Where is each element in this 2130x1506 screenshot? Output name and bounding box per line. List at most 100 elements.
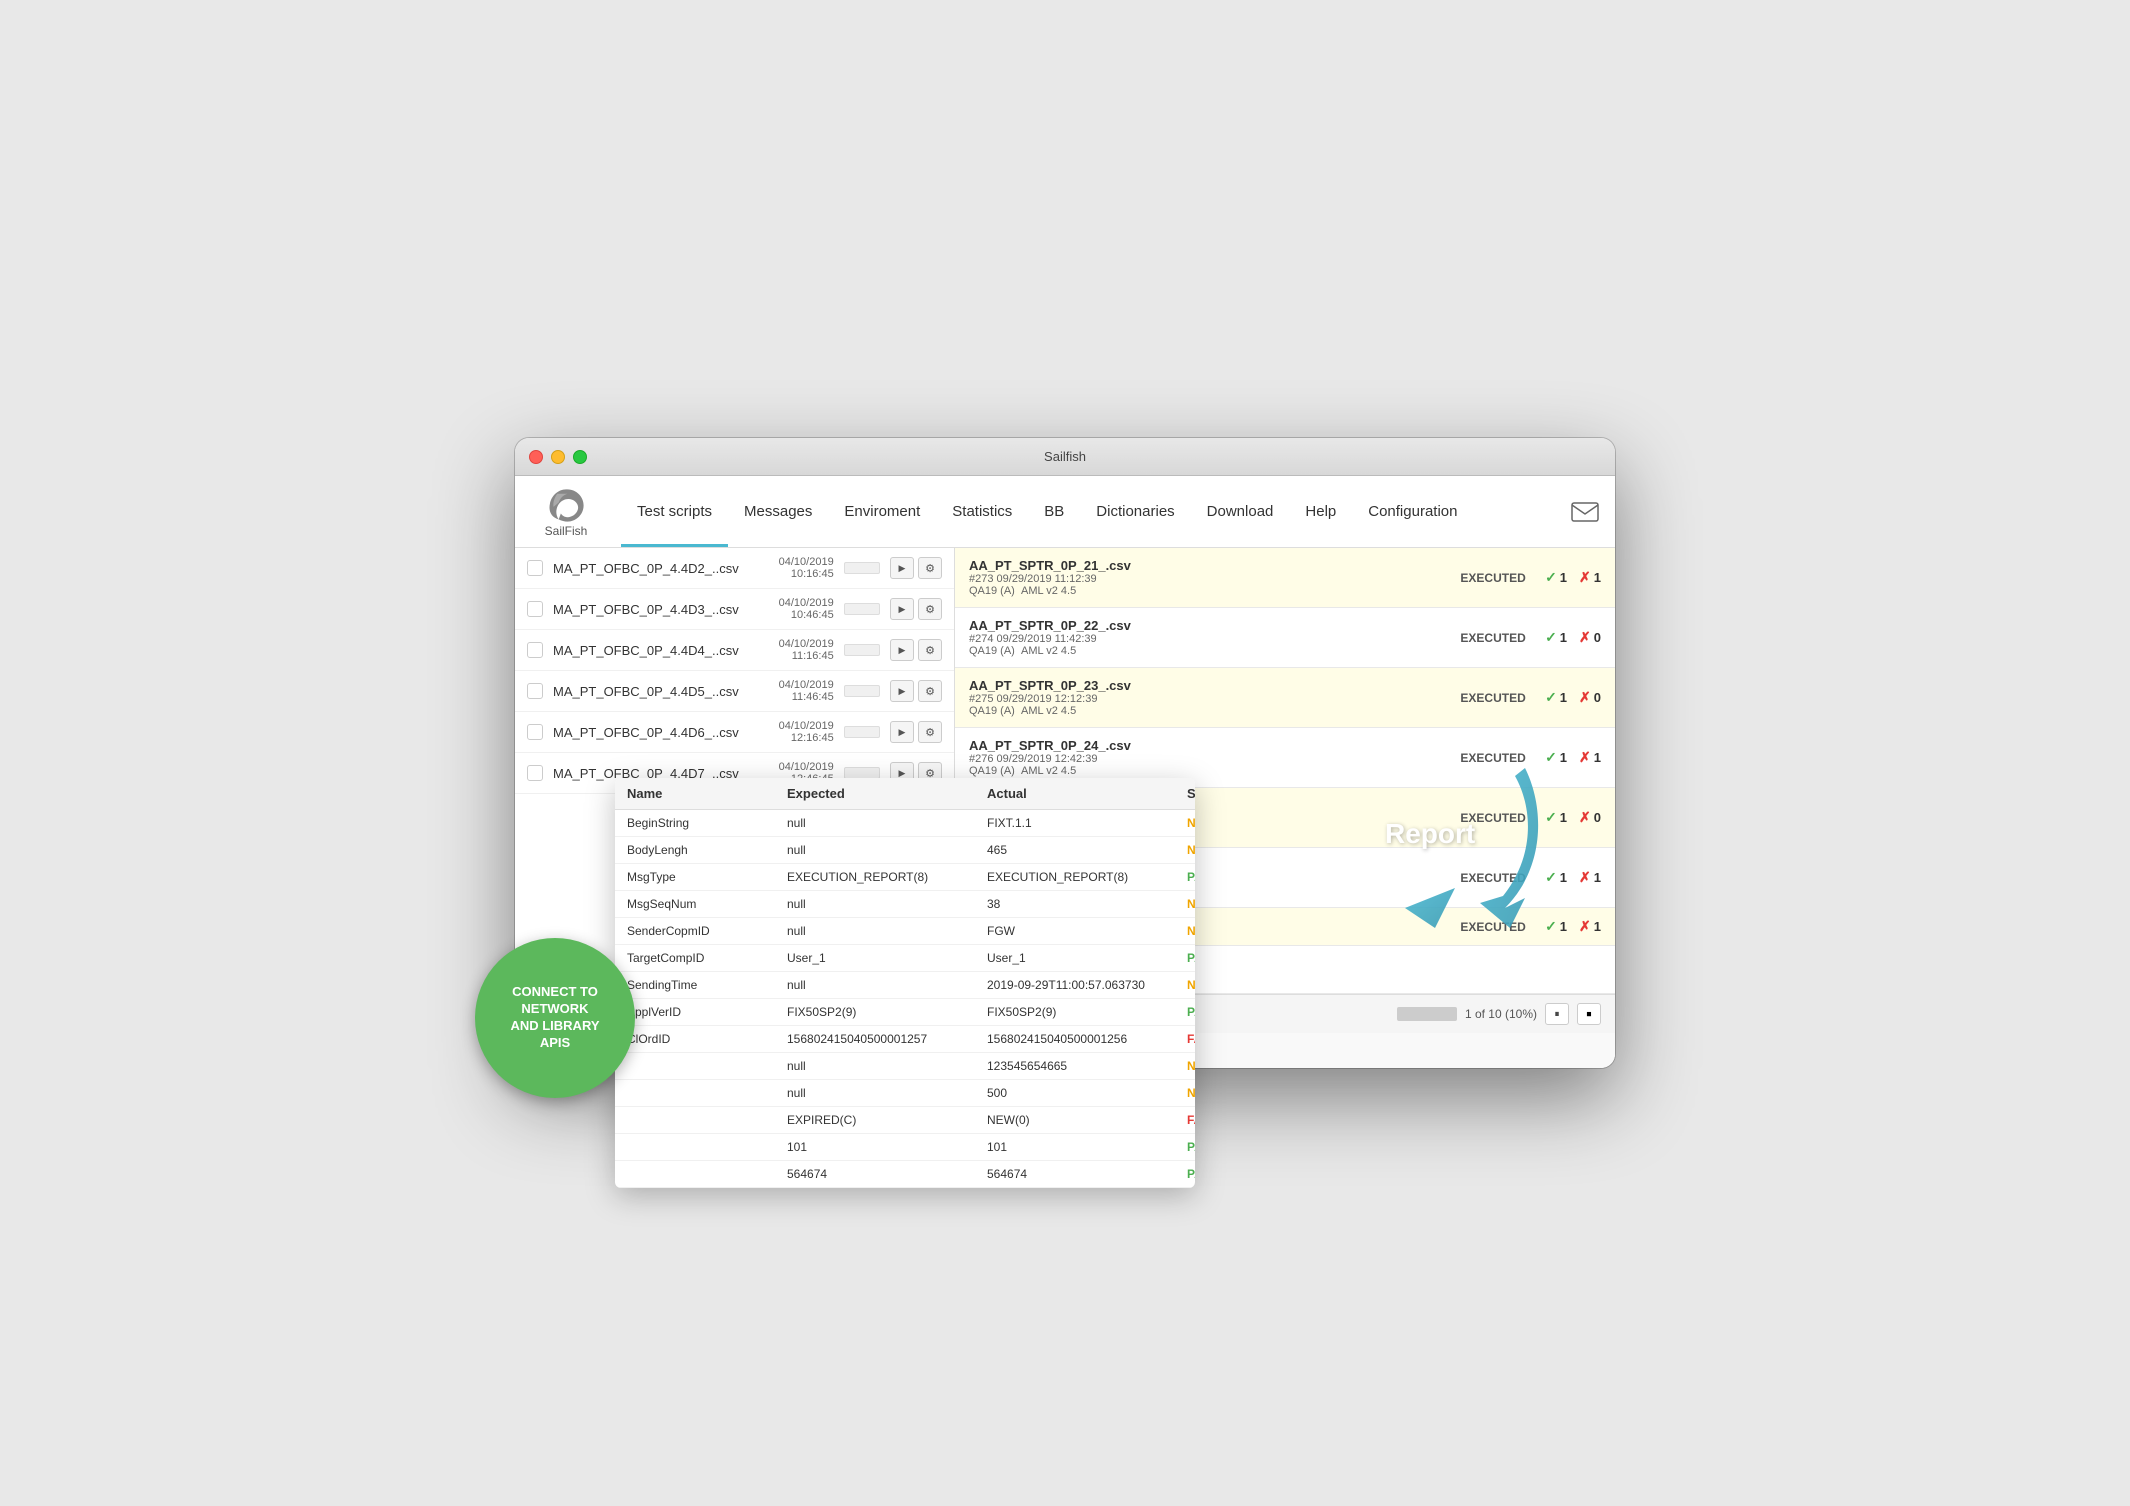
nav-help[interactable]: Help xyxy=(1289,476,1352,547)
result-counts-6: ✓ 1 ✗ 1 xyxy=(1545,918,1601,935)
detail-table-row-11: EXPIRED(C) NEW(0) FAILED xyxy=(615,1107,1195,1134)
script-actions-4: ▶ ⚙ xyxy=(890,721,942,743)
cell-name-7: ApplVerID xyxy=(627,1005,787,1019)
cell-expected-6: null xyxy=(787,978,987,992)
pass-count-1: ✓ 1 xyxy=(1545,629,1567,646)
x-icon-3: ✗ xyxy=(1579,749,1591,766)
result-counts-0: ✓ 1 ✗ 1 xyxy=(1545,569,1601,586)
gear-button-0[interactable]: ⚙ xyxy=(918,557,942,579)
cell-actual-2: EXECUTION_REPORT(8) xyxy=(987,870,1187,884)
cell-actual-4: FGW xyxy=(987,924,1187,938)
maximize-button[interactable] xyxy=(573,450,587,464)
fail-count-1: ✗ 0 xyxy=(1579,629,1601,646)
pass-count-6: ✓ 1 xyxy=(1545,918,1567,935)
pass-count-5: ✓ 1 xyxy=(1545,869,1567,886)
cell-actual-9: 123545654665 xyxy=(987,1059,1187,1073)
detail-table-row-13: 564674 564674 PASSED xyxy=(615,1161,1195,1188)
result-name-0: AA_PT_SPTR_0P_21_.csv xyxy=(969,558,1441,573)
script-name-3: MA_PT_OFBC_0P_4.4D5_..csv xyxy=(553,684,739,699)
script-date-3: 04/10/2019 11:46:45 xyxy=(749,679,834,703)
fail-count-5: ✗ 1 xyxy=(1579,869,1601,886)
nav-configuration[interactable]: Configuration xyxy=(1352,476,1473,547)
cell-status-13: PASSED xyxy=(1187,1167,1195,1181)
cell-status-10: N_A xyxy=(1187,1086,1195,1100)
result-name-2: AA_PT_SPTR_0P_23_.csv xyxy=(969,678,1441,693)
cell-name-12 xyxy=(627,1140,787,1154)
nav-bb[interactable]: BB xyxy=(1028,476,1080,547)
cell-actual-13: 564674 xyxy=(987,1167,1187,1181)
result-name-3: AA_PT_SPTR_0P_24_.csv xyxy=(969,738,1441,753)
nav-statistics[interactable]: Statistics xyxy=(936,476,1028,547)
result-info-1: AA_PT_SPTR_0P_22_.csv #274 09/29/2019 11… xyxy=(969,618,1441,657)
cell-status-6: N_A xyxy=(1187,978,1195,992)
script-name-2: MA_PT_OFBC_0P_4.4D4_..csv xyxy=(553,643,739,658)
detail-table-row-3: MsgSeqNum null 38 N_A xyxy=(615,891,1195,918)
play-button-1[interactable]: ▶ xyxy=(890,598,914,620)
prev-page-button[interactable]: ⏸ xyxy=(1545,1003,1569,1025)
x-icon-1: ✗ xyxy=(1579,629,1591,646)
pass-count-0: ✓ 1 xyxy=(1545,569,1567,586)
nav-test-scripts[interactable]: Test scripts xyxy=(621,476,728,547)
x-icon-5: ✗ xyxy=(1579,869,1591,886)
detail-table-row-12: 101 101 PASSED xyxy=(615,1134,1195,1161)
cell-name-2: MsgType xyxy=(627,870,787,884)
script-checkbox-4[interactable] xyxy=(527,724,543,740)
check-icon-3: ✓ xyxy=(1545,749,1557,766)
check-icon-0: ✓ xyxy=(1545,569,1557,586)
script-checkbox-1[interactable] xyxy=(527,601,543,617)
cell-status-11: FAILED xyxy=(1187,1113,1195,1127)
script-progress-3 xyxy=(844,685,880,697)
fail-count-4: ✗ 0 xyxy=(1579,809,1601,826)
cell-status-0: N_A xyxy=(1187,816,1195,830)
script-checkbox-2[interactable] xyxy=(527,642,543,658)
pass-count-2: ✓ 1 xyxy=(1545,689,1567,706)
result-status-3: EXECUTED xyxy=(1453,751,1533,765)
script-checkbox-0[interactable] xyxy=(527,560,543,576)
result-detail-3: #276 09/29/2019 12:42:39 QA19 (A) AML v2… xyxy=(969,753,1441,777)
script-date-0: 04/10/2019 10:16:45 xyxy=(749,556,834,580)
cell-status-4: N_A xyxy=(1187,924,1195,938)
sailfish-logo xyxy=(544,486,588,522)
close-button[interactable] xyxy=(529,450,543,464)
col-header-expected: Expected xyxy=(787,786,987,801)
next-page-button[interactable]: ⏹ xyxy=(1577,1003,1601,1025)
nav-download[interactable]: Download xyxy=(1191,476,1290,547)
play-button-2[interactable]: ▶ xyxy=(890,639,914,661)
nav-dictionaries[interactable]: Dictionaries xyxy=(1080,476,1190,547)
detail-table-row-4: SenderCopmID null FGW N_A xyxy=(615,918,1195,945)
cell-expected-5: User_1 xyxy=(787,951,987,965)
cell-name-4: SenderCopmID xyxy=(627,924,787,938)
play-button-3[interactable]: ▶ xyxy=(890,680,914,702)
cell-status-1: N_A xyxy=(1187,843,1195,857)
minimize-button[interactable] xyxy=(551,450,565,464)
script-checkbox-3[interactable] xyxy=(527,683,543,699)
cell-expected-2: EXECUTION_REPORT(8) xyxy=(787,870,987,884)
detail-table-header: Name Expected Actual Status xyxy=(615,778,1195,810)
result-counts-4: ✓ 1 ✗ 0 xyxy=(1545,809,1601,826)
script-actions-0: ▶ ⚙ xyxy=(890,557,942,579)
detail-table-row-8: ClOrdID 156802415040500001257 1568024150… xyxy=(615,1026,1195,1053)
cell-name-10 xyxy=(627,1086,787,1100)
nav-messages[interactable]: Messages xyxy=(728,476,828,547)
cell-actual-8: 156802415040500001256 xyxy=(987,1032,1187,1046)
script-checkbox-5[interactable] xyxy=(527,765,543,781)
fail-count-6: ✗ 1 xyxy=(1579,918,1601,935)
play-button-4[interactable]: ▶ xyxy=(890,721,914,743)
gear-button-3[interactable]: ⚙ xyxy=(918,680,942,702)
gear-button-2[interactable]: ⚙ xyxy=(918,639,942,661)
cell-name-6: SendingTime xyxy=(627,978,787,992)
cell-expected-1: null xyxy=(787,843,987,857)
nav-enviroment[interactable]: Enviroment xyxy=(828,476,936,547)
cell-expected-3: null xyxy=(787,897,987,911)
cell-actual-7: FIX50SP2(9) xyxy=(987,1005,1187,1019)
detail-table-row-7: ApplVerID FIX50SP2(9) FIX50SP2(9) PASSED xyxy=(615,999,1195,1026)
script-actions-2: ▶ ⚙ xyxy=(890,639,942,661)
result-name-1: AA_PT_SPTR_0P_22_.csv xyxy=(969,618,1441,633)
play-button-0[interactable]: ▶ xyxy=(890,557,914,579)
cell-name-1: BodyLengh xyxy=(627,843,787,857)
gear-button-4[interactable]: ⚙ xyxy=(918,721,942,743)
cell-expected-9: null xyxy=(787,1059,987,1073)
mail-icon[interactable] xyxy=(1571,502,1599,522)
gear-button-1[interactable]: ⚙ xyxy=(918,598,942,620)
script-row-1: MA_PT_OFBC_0P_4.4D3_..csv 04/10/2019 10:… xyxy=(515,589,954,630)
